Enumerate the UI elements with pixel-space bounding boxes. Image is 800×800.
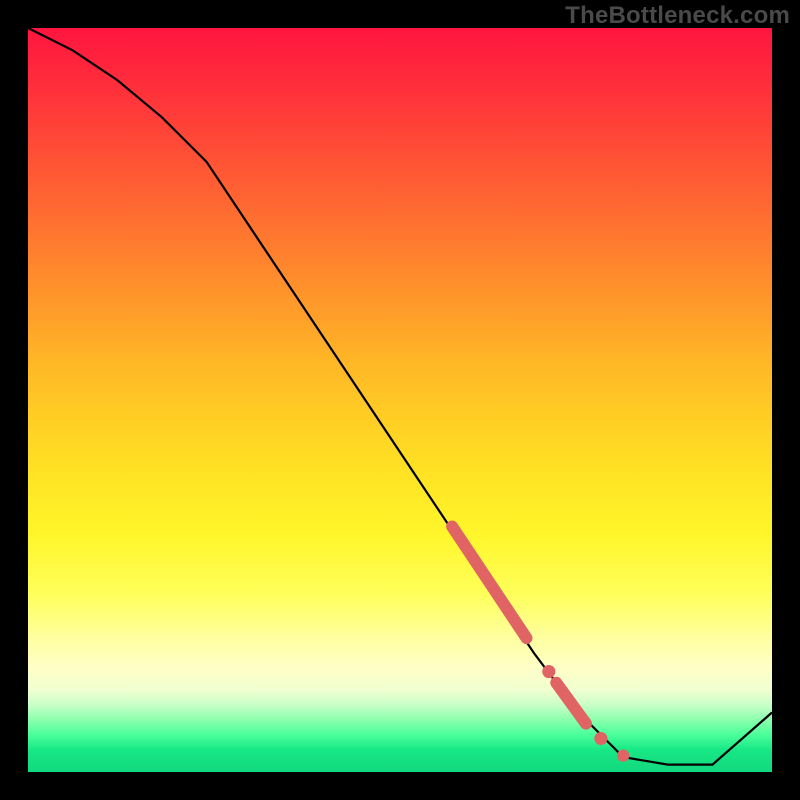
marker-segment-1 xyxy=(452,526,526,638)
marker-segment-2 xyxy=(556,683,586,724)
chart-frame: TheBottleneck.com xyxy=(0,0,800,800)
bottleneck-curve xyxy=(28,28,772,765)
watermark-text: TheBottleneck.com xyxy=(565,2,790,30)
chart-svg xyxy=(28,28,772,772)
markers-group xyxy=(452,526,629,761)
marker-dot-3 xyxy=(617,750,629,762)
plot-area xyxy=(28,28,772,772)
marker-dot-1 xyxy=(542,665,555,678)
marker-dot-2 xyxy=(594,732,607,745)
